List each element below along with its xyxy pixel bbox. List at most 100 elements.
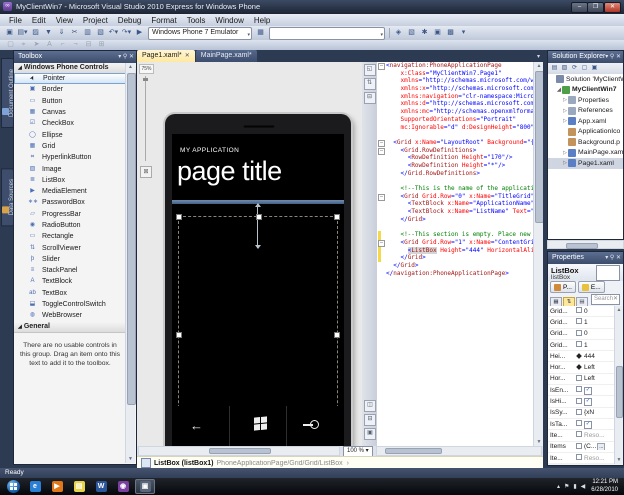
resize-handle[interactable]: [176, 214, 182, 220]
designer-zoom-thumb[interactable]: [143, 78, 148, 81]
toolbox-item-passwordbox[interactable]: ∗∗ PasswordBox: [14, 197, 128, 208]
property-row[interactable]: IsHi... ✓: [548, 396, 623, 408]
toolbox-item-ellipse[interactable]: ◯ Ellipse: [14, 129, 128, 140]
toolbox-header[interactable]: Toolbox ▾ ⚲ ✕: [14, 51, 136, 63]
zoom-to-fit-icon[interactable]: ⊠: [140, 166, 152, 178]
property-source-marker[interactable]: [574, 386, 583, 394]
designer-horizontal-scrollbar[interactable]: [138, 446, 340, 456]
property-source-marker[interactable]: [574, 420, 583, 428]
designer-zoom-value[interactable]: 75%: [139, 64, 154, 74]
add-item-icon[interactable]: ▤▾: [17, 28, 28, 38]
solution-explorer-icon[interactable]: ▧: [406, 28, 417, 38]
solution-explorer-horizontal-scrollbar[interactable]: [547, 240, 624, 249]
breadcrumb-selection[interactable]: ListBox (listBox1): [154, 460, 214, 467]
toolbox-item-webbrowser[interactable]: ◍ WebBrowser: [14, 310, 128, 321]
visual-studio-window-icon[interactable]: ▣: [135, 479, 155, 494]
code-line[interactable]: <!--This is the name of the application …: [377, 185, 533, 193]
phone-screen[interactable]: MY APPLICATION page title: [172, 134, 344, 446]
solution-tree-item[interactable]: Solution 'MyClientWi: [548, 74, 623, 85]
taskbar-clock[interactable]: 12:21 PM 6/28/2010: [591, 479, 618, 494]
property-row[interactable]: IsSy... {xN: [548, 408, 623, 419]
code-line[interactable]: SupportedOrientations = "Portrait": [377, 116, 533, 124]
property-source-marker[interactable]: [574, 442, 583, 451]
property-row[interactable]: Grid... 1: [548, 340, 623, 352]
toolbox-section-general[interactable]: ◢ General: [14, 322, 132, 333]
resize-handle[interactable]: [256, 214, 262, 220]
solution-tree-item[interactable]: ▷ MainPage.xam: [548, 148, 623, 159]
toolbox-item-stackpanel[interactable]: ≡ StackPanel: [14, 265, 128, 276]
solution-tree-item[interactable]: ▷ App.xaml: [548, 116, 623, 127]
property-source-marker[interactable]: [574, 318, 583, 326]
toolbox-item-pointer[interactable]: ➤ Pointer: [14, 73, 128, 85]
word-icon[interactable]: W: [91, 479, 111, 494]
property-source-marker[interactable]: [574, 307, 583, 315]
select-tool-icon[interactable]: ▢: [5, 40, 16, 50]
code-line[interactable]: [377, 223, 533, 231]
properties-header[interactable]: Properties ▾ ⚲ ✕: [548, 252, 623, 264]
property-grid-scrollbar[interactable]: ▲ ▼: [614, 306, 623, 464]
toolbox-item-button[interactable]: ▭ Button: [14, 96, 128, 107]
menu-tools[interactable]: Tools: [182, 16, 211, 25]
menu-project[interactable]: Project: [78, 16, 113, 25]
toolbox-item-canvas[interactable]: ▦ Canvas: [14, 107, 128, 118]
object-name-field[interactable]: listBox: [551, 274, 591, 281]
toolbox-item-grid[interactable]: ▦ Grid: [14, 141, 128, 152]
order-icon[interactable]: ⊞: [96, 40, 107, 50]
menu-window[interactable]: Window: [210, 16, 248, 25]
tab-page1-xaml[interactable]: Page1.xaml* ✕: [137, 50, 195, 62]
code-line[interactable]: [377, 131, 533, 139]
start-debugging-icon[interactable]: ▶: [134, 28, 145, 38]
properties-icon[interactable]: ▤: [550, 64, 559, 73]
property-row[interactable]: Grid... 1: [548, 317, 623, 329]
property-row[interactable]: IsEn... ✓: [548, 385, 623, 397]
toolbox-scrollbar[interactable]: ▲ ▼: [125, 63, 136, 463]
solution-tree-item[interactable]: ▷ References: [548, 106, 623, 117]
solution-explorer-header-buttons[interactable]: ▾ ⚲ ✕: [605, 51, 621, 63]
collapse-pane-icon[interactable]: ◱: [363, 64, 376, 76]
text-tool-icon[interactable]: A: [44, 40, 55, 50]
property-source-marker[interactable]: [574, 352, 583, 360]
horizontal-split-icon[interactable]: ⊟: [363, 92, 376, 104]
property-source-marker[interactable]: [574, 364, 583, 371]
code-line[interactable]: [377, 177, 533, 185]
code-line[interactable]: < RowDefinition Height = "170"/>: [377, 154, 533, 162]
solution-tree-item[interactable]: ◢ MyClientWin7: [548, 85, 623, 96]
app-title-text[interactable]: MY APPLICATION: [180, 147, 239, 154]
vertical-split-icon[interactable]: ◫: [364, 400, 376, 412]
menu-help[interactable]: Help: [249, 16, 275, 25]
properties-header-buttons[interactable]: ▾ ⚲ ✕: [605, 252, 621, 264]
code-line[interactable]: </Grid >: [377, 216, 533, 224]
code-line[interactable]: </Grid.RowDefinitions >: [377, 170, 533, 178]
property-row[interactable]: Hor... Left: [548, 374, 623, 386]
xaml-code-editor[interactable]: – < navigation:PhoneApplicationPage x:Clas…: [377, 62, 533, 446]
editor-horizontal-scrollbar[interactable]: [375, 446, 542, 456]
view-designer-icon[interactable]: ▣: [590, 64, 599, 73]
new-project-icon[interactable]: ▣: [4, 28, 15, 38]
editor-zoom-select[interactable]: 100 % ▾: [343, 445, 373, 457]
deploy-icon[interactable]: ▦: [255, 28, 266, 38]
code-line[interactable]: – < Grid x:Name = "LayoutRoot" Background = "…: [377, 139, 533, 147]
toolbox-header-buttons[interactable]: ▾ ⚲ ✕: [118, 51, 134, 63]
toolbox-item-textblock[interactable]: A TextBlock: [14, 276, 128, 287]
align-top-icon[interactable]: ¬: [70, 40, 81, 50]
property-source-marker[interactable]: [574, 341, 583, 349]
code-line[interactable]: xmlns:d="http://schemas.microsoft.com/ex…: [377, 100, 533, 108]
toolbox-item-mediaelement[interactable]: ▶ MediaElement: [14, 186, 128, 197]
undo-icon[interactable]: ↶▾: [108, 28, 119, 38]
toolbox-item-progressbar[interactable]: ▱ ProgressBar: [14, 209, 128, 220]
show-all-files-icon[interactable]: ▧: [560, 64, 569, 73]
solution-explorer-header[interactable]: Solution Explorer ▾ ⚲ ✕: [548, 51, 623, 63]
tab-mainpage-xaml[interactable]: MainPage.xaml*: [195, 50, 257, 62]
toolbox-item-scrollviewer[interactable]: ⇅ ScrollViewer: [14, 242, 128, 253]
code-line[interactable]: xmlns:mc="http://schemas.openxmlformats.…: [377, 108, 533, 116]
show-hidden-icons-icon[interactable]: ▴: [557, 484, 560, 490]
menu-format[interactable]: Format: [146, 16, 181, 25]
properties-window-icon[interactable]: ✱: [419, 28, 430, 38]
pointer-tool-icon[interactable]: ➤: [31, 40, 42, 50]
code-line[interactable]: – < Grid.RowDefinitions >: [377, 147, 533, 155]
property-source-marker[interactable]: [574, 454, 583, 462]
menu-edit[interactable]: Edit: [27, 16, 51, 25]
overflow-icon[interactable]: ▾: [458, 28, 469, 38]
code-line[interactable]: < RowDefinition Height = "*"/>: [377, 162, 533, 170]
redo-icon[interactable]: ↷▾: [121, 28, 132, 38]
